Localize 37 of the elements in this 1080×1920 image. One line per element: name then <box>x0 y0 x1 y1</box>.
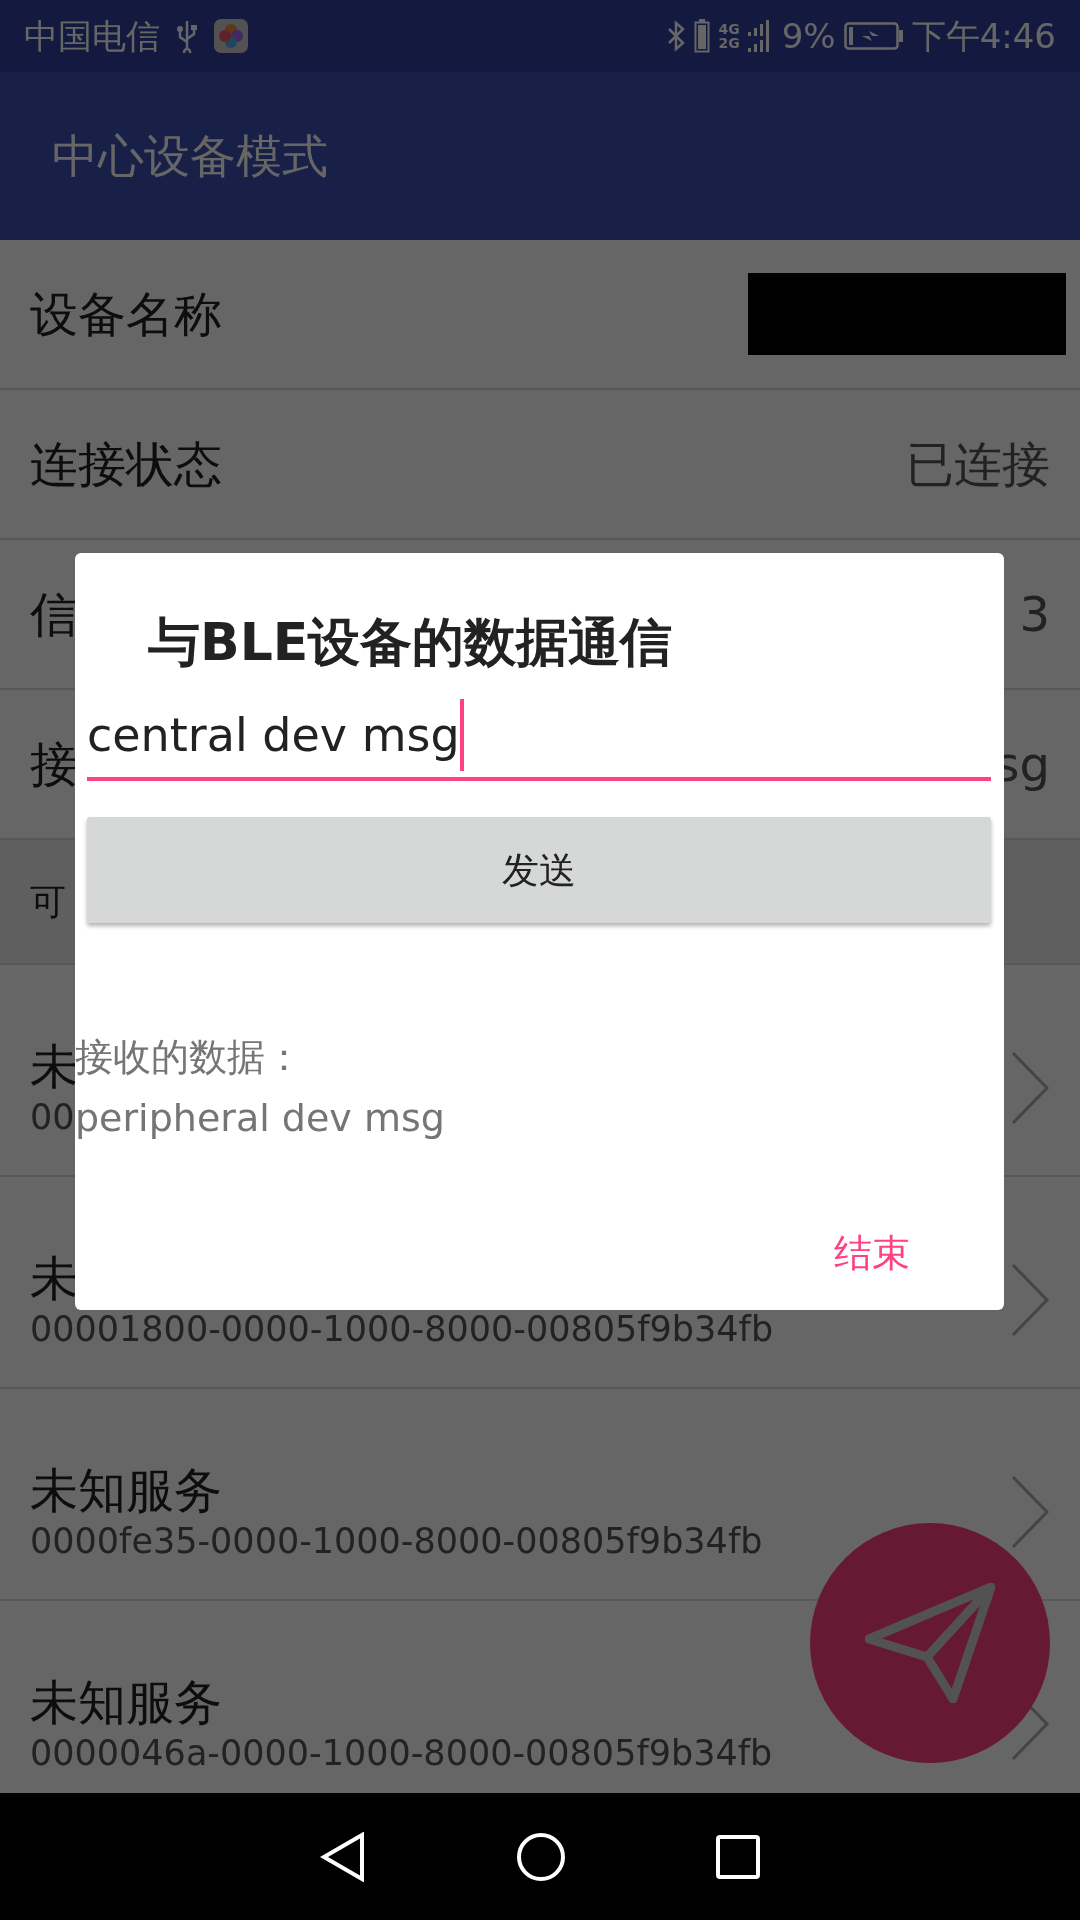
battery-percent: 9% <box>781 14 836 58</box>
network-label: 2G <box>718 36 740 50</box>
charging-battery-icon <box>843 22 904 50</box>
usb-icon <box>176 19 198 53</box>
row-label: 连接状态 <box>30 435 222 494</box>
service-uuid: 00001800-0000-1000-8000-00805f9b34fb <box>30 1308 774 1352</box>
recents-icon[interactable] <box>716 1834 760 1879</box>
row-value: 3 <box>1019 585 1050 644</box>
dialog-title: 与BLE设备的数据通信 <box>147 611 674 674</box>
bluetooth-icon <box>666 19 687 53</box>
row-label: 接 <box>30 735 78 794</box>
back-icon[interactable] <box>320 1831 366 1882</box>
carrier-name: 中国电信 <box>24 14 160 58</box>
received-message: peripheral dev msg <box>75 1095 446 1143</box>
service-name: 未 <box>30 1249 78 1309</box>
service-uuid: 00 <box>30 1096 75 1140</box>
section-header: 可 <box>30 879 66 924</box>
service-uuid: 0000fe35-0000-1000-8000-00805f9b34fb <box>30 1520 763 1564</box>
app-title: 中心设备模式 <box>52 127 328 185</box>
clock-time: 下午4:46 <box>911 14 1056 58</box>
chevron-right-icon <box>1010 1474 1050 1550</box>
chevron-right-icon <box>1010 1050 1050 1126</box>
service-name: 未知服务 <box>30 1461 222 1521</box>
service-name: 未知服务 <box>30 1673 222 1733</box>
network-label: 4G <box>718 22 740 36</box>
home-icon[interactable] <box>516 1831 566 1882</box>
app-icon <box>214 19 248 53</box>
battery-icon <box>694 19 711 53</box>
row-label: 信 <box>30 585 78 644</box>
row-value: 已连接 <box>906 435 1050 494</box>
received-label: 接收的数据： <box>75 1034 304 1082</box>
service-uuid: 0000046a-0000-1000-8000-00805f9b34fb <box>30 1732 773 1776</box>
send-button[interactable]: 发送 <box>87 817 991 924</box>
chevron-right-icon <box>1010 1262 1050 1338</box>
message-input[interactable]: central dev msg <box>87 695 991 782</box>
paper-plane-icon <box>865 1583 995 1703</box>
row-label: 设备名称 <box>30 285 222 344</box>
